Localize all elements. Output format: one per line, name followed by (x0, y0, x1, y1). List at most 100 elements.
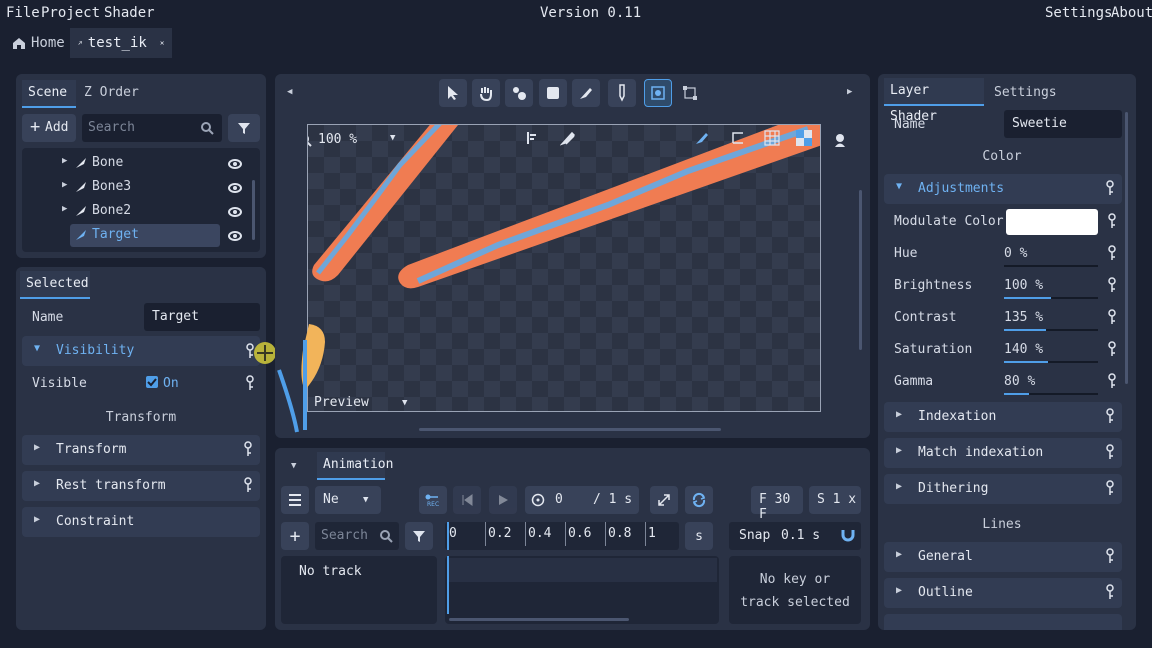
pen-tool-button[interactable] (608, 79, 636, 107)
tree-row-bone2[interactable]: ▶ Bone2 (22, 200, 260, 222)
track-search-input[interactable]: Search (315, 522, 399, 550)
key-icon[interactable] (244, 477, 252, 493)
eye-icon[interactable] (228, 183, 242, 193)
eye-icon[interactable] (228, 207, 242, 217)
key-icon[interactable] (246, 343, 254, 359)
transform-section[interactable]: ▶ Transform (22, 435, 260, 465)
modulate-color-swatch[interactable] (1006, 209, 1098, 235)
tab-layer-shader[interactable]: Layer Shader (884, 78, 984, 124)
visibility-section[interactable]: ▼ Visibility (22, 336, 260, 366)
tree-row-bone3[interactable]: ▶ Bone3 (22, 176, 260, 198)
ik-tool-button[interactable] (644, 79, 672, 107)
param-value[interactable]: 140 % (1004, 342, 1043, 357)
bone-view-icon[interactable] (694, 130, 710, 146)
zoom-control[interactable]: 100 % ▼ (308, 127, 414, 153)
add-button[interactable]: + Add (22, 114, 76, 142)
record-button[interactable]: REC (419, 486, 447, 514)
eye-icon[interactable] (228, 159, 242, 169)
menu-shader[interactable]: Shader (104, 5, 155, 21)
match-indexation-section[interactable]: ▶ Match indexation (884, 438, 1122, 468)
tab-scene[interactable]: Scene (22, 80, 76, 108)
canvas[interactable]: 100 % ▼ Preview ▼ (307, 124, 821, 412)
tab-home[interactable]: Home (4, 28, 73, 58)
visibility-mode-icon[interactable] (832, 132, 848, 148)
key-icon[interactable] (1108, 277, 1116, 293)
menu-project[interactable]: Project (41, 5, 100, 21)
filter-button[interactable] (228, 114, 260, 142)
track-filter-button[interactable] (405, 522, 433, 550)
align-icon[interactable] (526, 131, 540, 145)
expand-arrow-icon[interactable]: ▶ (62, 180, 67, 190)
tree-row-bone[interactable]: ▶ Bone (22, 152, 260, 174)
play-button[interactable] (489, 486, 517, 514)
visible-checkbox[interactable] (146, 376, 158, 388)
checker-icon[interactable] (796, 130, 812, 146)
key-icon[interactable] (1106, 408, 1114, 424)
key-icon[interactable] (1108, 341, 1116, 357)
key-icon[interactable] (1106, 584, 1114, 600)
layer-name-field[interactable]: Sweetie (1004, 110, 1122, 138)
menu-settings[interactable]: Settings (1045, 5, 1112, 21)
grid-icon[interactable] (764, 130, 780, 146)
eye-icon[interactable] (228, 231, 242, 241)
tab-test-ik[interactable]: test_ik (70, 28, 172, 58)
menu-button[interactable] (281, 486, 309, 514)
tab-z-order[interactable]: Z Order (78, 80, 145, 108)
key-icon[interactable] (1108, 373, 1116, 389)
param-slider[interactable] (1004, 265, 1098, 267)
collapse-icon[interactable]: ▼ (291, 461, 296, 471)
indexation-section[interactable]: ▶ Indexation (884, 402, 1122, 432)
menu-file[interactable]: File (6, 5, 40, 21)
transform-tool-button[interactable] (676, 79, 704, 107)
param-value[interactable]: 80 % (1004, 374, 1035, 389)
tree-row-target[interactable]: Target (70, 224, 220, 247)
scrollbar[interactable] (252, 180, 255, 240)
select-tool-button[interactable] (439, 79, 467, 107)
key-icon[interactable] (1106, 180, 1114, 196)
time-field[interactable]: 0 / 1 s (525, 486, 639, 514)
key-icon[interactable] (244, 441, 252, 457)
speed-field[interactable]: S 1 x (809, 486, 861, 514)
caret-right-icon[interactable]: ▶ (847, 87, 852, 97)
timeline-scrollbar[interactable] (449, 618, 629, 621)
expand-button[interactable] (650, 486, 678, 514)
outline-section[interactable]: ▶ Outline (884, 578, 1122, 608)
param-value[interactable]: 100 % (1004, 278, 1043, 293)
menu-about[interactable]: About (1111, 5, 1152, 21)
skip-start-button[interactable] (453, 486, 481, 514)
expand-arrow-icon[interactable]: ▶ (62, 204, 67, 214)
adjustments-section[interactable]: ▼ Adjustments (884, 174, 1122, 204)
scene-search-input[interactable]: Search (82, 114, 222, 142)
time-ruler[interactable]: 0 0.2 0.4 0.6 0.8 1 (445, 522, 679, 550)
animation-select[interactable]: Ne ▼ (315, 486, 381, 514)
name-field[interactable]: Target (144, 303, 260, 331)
viewport-h-scrollbar[interactable] (419, 428, 721, 431)
pivot-icon[interactable] (730, 130, 746, 146)
add-track-button[interactable]: + (281, 522, 309, 550)
viewport-v-scrollbar[interactable] (859, 190, 862, 350)
rest-transform-section[interactable]: ▶ Rest transform (22, 471, 260, 501)
onion-skin-icon[interactable] (560, 130, 576, 146)
loop-button[interactable] (685, 486, 713, 514)
constraint-section[interactable]: ▶ Constraint (22, 507, 260, 537)
key-icon[interactable] (1106, 548, 1114, 564)
pan-tool-button[interactable] (472, 79, 500, 107)
layer-scrollbar[interactable] (1125, 112, 1128, 384)
snap-control[interactable]: Snap 0.1 s (729, 522, 861, 550)
general-section[interactable]: ▶ General (884, 542, 1122, 572)
bone-tool-button[interactable] (505, 79, 533, 107)
caret-left-icon[interactable]: ◀ (287, 87, 292, 97)
close-icon[interactable] (160, 36, 164, 50)
key-icon[interactable] (1106, 480, 1114, 496)
key-icon[interactable] (1108, 309, 1116, 325)
key-icon[interactable] (1108, 245, 1116, 261)
key-icon[interactable] (246, 375, 254, 391)
draw-tool-button[interactable] (572, 79, 600, 107)
dithering-section[interactable]: ▶ Dithering (884, 474, 1122, 504)
keyframe-area[interactable] (445, 556, 719, 624)
tab-layer-settings[interactable]: Settings (988, 80, 1063, 108)
shape-tool-button[interactable] (539, 79, 567, 107)
param-value[interactable]: 135 % (1004, 310, 1043, 325)
expand-arrow-icon[interactable]: ▶ (62, 156, 67, 166)
tab-animation[interactable]: Animation (317, 452, 393, 480)
